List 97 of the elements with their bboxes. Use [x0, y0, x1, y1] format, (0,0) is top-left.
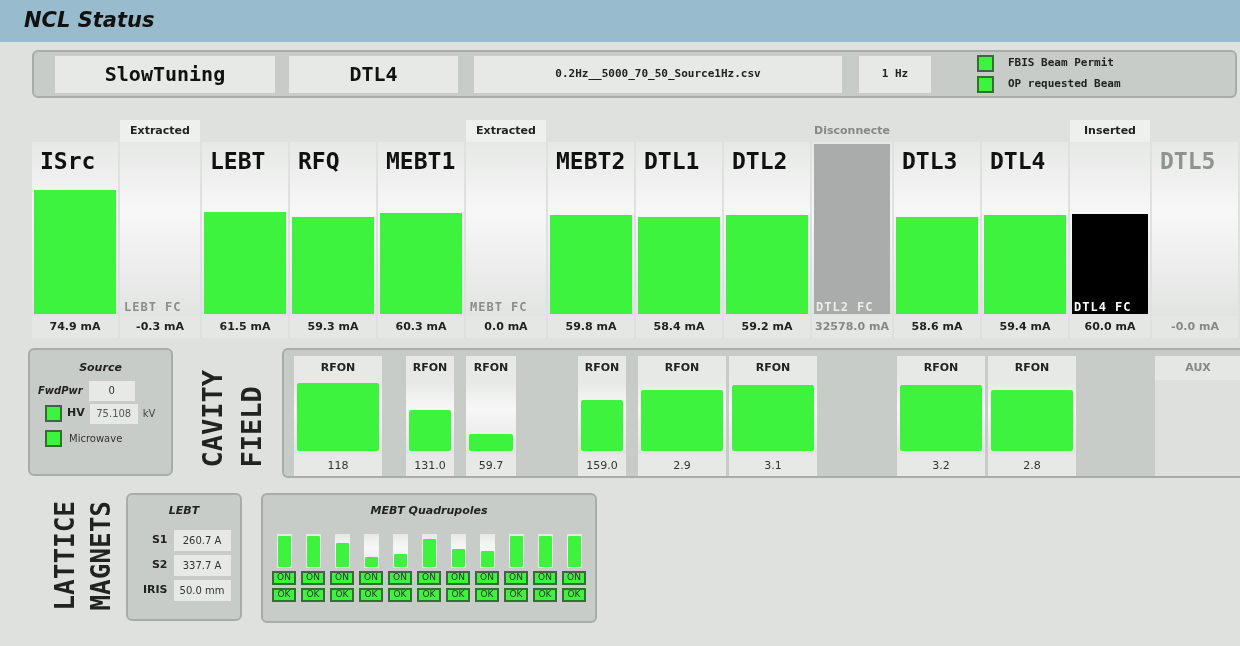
section-name: DTL4 [989, 147, 1047, 173]
window-title: NCL Status [24, 7, 155, 35]
cup-status: Disconnecte [813, 122, 891, 139]
ok-status: OK [388, 587, 412, 602]
section-name: RFQ [297, 147, 341, 173]
cup-status: Extracted [120, 120, 200, 142]
cup-label: LEBT FC [124, 301, 182, 313]
on-status: ON [417, 570, 441, 585]
ok-status: OK [446, 587, 470, 602]
current-reading: 60.3 mA [378, 316, 464, 338]
current-reading: 61.5 mA [202, 316, 288, 338]
current-reading: 32578.0 mA [812, 316, 892, 338]
on-status: ON [359, 570, 383, 585]
magnet-value-field: 50.0 mm [173, 579, 231, 601]
cup-status: Extracted [466, 120, 546, 142]
current-reading: 58.6 mA [894, 316, 980, 338]
ok-status: OK [330, 587, 354, 602]
on-status: ON [504, 570, 528, 585]
mode-field: SlowTuning [55, 55, 275, 93]
current-reading: -0.3 mA [120, 316, 200, 338]
panel-title: LEBT [168, 503, 200, 519]
magnet-value-field: 260.7 A [173, 529, 231, 551]
cavity-reading: 159.0 [578, 454, 626, 476]
voltage-field: 75.108 [89, 403, 138, 424]
ok-status: OK [562, 587, 586, 602]
cavity-status: RFON [897, 356, 985, 380]
on-status: ON [533, 570, 557, 585]
current-reading: 59.8 mA [548, 316, 634, 338]
on-status: ON [388, 570, 412, 585]
on-status: ON [475, 570, 499, 585]
field-label: HV [67, 405, 85, 422]
indicator-label: OP requested Beam [1008, 76, 1121, 93]
field-label: S1 [150, 531, 168, 548]
cup-status: Inserted [1070, 120, 1150, 142]
field-label: IRIS [141, 581, 168, 598]
section-label: CAVITY [199, 370, 226, 468]
section-name: MEBT1 [385, 147, 457, 173]
cavity-status: RFON [406, 356, 454, 380]
section-label: MAGNETS [88, 501, 114, 611]
indicator-label: FBIS Beam Permit [1008, 55, 1114, 72]
cavity-reading: 118 [294, 454, 382, 476]
cup-label: DTL2 FC [816, 301, 874, 313]
on-status: ON [272, 570, 296, 585]
field-label: Microwave [69, 431, 123, 446]
cavity-status: RFON [466, 356, 516, 380]
cup-label: DTL4 FC [1074, 301, 1132, 313]
cavity-reading: 2.8 [988, 454, 1076, 476]
section-label: LATTICE [52, 501, 78, 611]
current-reading: 59.4 mA [982, 316, 1068, 338]
cavity-reading: 3.2 [897, 454, 985, 476]
unit-label: kV [142, 407, 156, 421]
current-reading: 59.2 mA [724, 316, 810, 338]
ok-status: OK [475, 587, 499, 602]
section-name: DTL2 [731, 147, 789, 173]
on-status: ON [446, 570, 470, 585]
cavity-reading: 59.7 [466, 454, 516, 476]
section-name: LEBT [209, 147, 267, 173]
fwd-power-field: 0 [88, 380, 135, 401]
cavity-status: RFON [638, 356, 726, 380]
cup-label: MEBT FC [470, 301, 528, 313]
cavity-status: RFON [729, 356, 817, 380]
current-reading: 0.0 mA [466, 316, 546, 338]
on-status: ON [562, 570, 586, 585]
field-label: FwdPwr [38, 384, 83, 398]
field-label: S2 [150, 556, 168, 573]
ok-status: OK [533, 587, 557, 602]
aux-status: AUX [1155, 356, 1240, 380]
current-reading: 60.0 mA [1070, 316, 1150, 338]
ok-status: OK [417, 587, 441, 602]
rate-field: 1 Hz [859, 55, 931, 93]
target-field: DTL4 [289, 55, 458, 93]
current-reading: -0.0 mA [1152, 316, 1238, 338]
current-reading: 59.3 mA [290, 316, 376, 338]
cavity-status: RFON [294, 356, 382, 380]
ok-status: OK [504, 587, 528, 602]
cavity-reading: 3.1 [729, 454, 817, 476]
current-reading: 74.9 mA [32, 316, 118, 338]
section-name: DTL1 [643, 147, 701, 173]
ok-status: OK [301, 587, 325, 602]
on-status: ON [330, 570, 354, 585]
section-name: DTL5 [1159, 147, 1217, 173]
cavity-reading: 2.9 [638, 454, 726, 476]
panel-title: MEBT Quadrupoles [370, 503, 488, 519]
section-name: ISrc [39, 147, 97, 173]
cavity-reading: 131.0 [406, 454, 454, 476]
cavity-status: RFON [988, 356, 1076, 380]
section-name: MEBT2 [555, 147, 627, 173]
on-status: ON [301, 570, 325, 585]
cavity-status: RFON [578, 356, 626, 380]
section-name: DTL3 [901, 147, 959, 173]
current-reading: 58.4 mA [636, 316, 722, 338]
ok-status: OK [272, 587, 296, 602]
magnet-value-field: 337.7 A [173, 554, 231, 576]
ok-status: OK [359, 587, 383, 602]
section-label: FIELD [238, 385, 265, 468]
file-field: 0.2Hz__5000_70_50_Source1Hz.csv [474, 55, 842, 93]
panel-title: Source [79, 360, 122, 376]
